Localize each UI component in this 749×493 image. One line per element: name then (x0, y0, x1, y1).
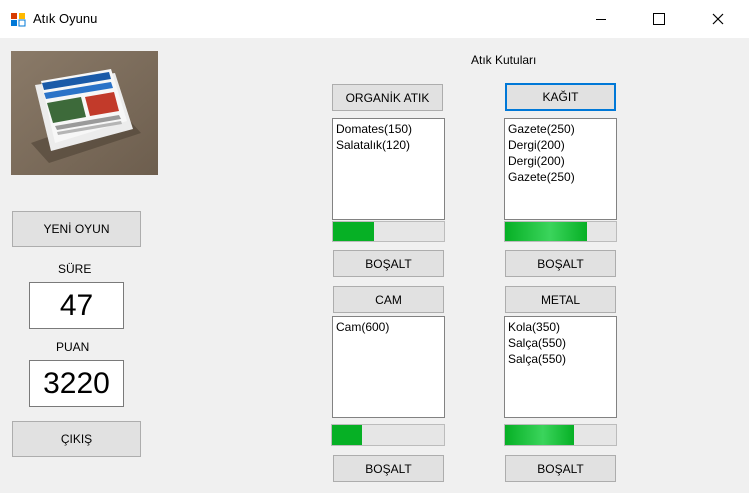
paper-empty-label: BOŞALT (537, 256, 584, 271)
close-button[interactable] (695, 0, 741, 38)
score-value: 3220 (43, 366, 110, 400)
list-item[interactable]: Salatalık(120) (336, 137, 441, 153)
exit-button[interactable]: ÇIKIŞ (12, 421, 141, 457)
organic-empty-button[interactable]: BOŞALT (333, 250, 444, 277)
list-item[interactable]: Salça(550) (508, 351, 613, 367)
list-item[interactable]: Cam(600) (336, 319, 441, 335)
metal-empty-button[interactable]: BOŞALT (505, 455, 616, 482)
close-icon (712, 13, 724, 25)
list-item[interactable]: Domates(150) (336, 121, 441, 137)
organic-bin-progress-fill (333, 222, 375, 241)
list-item[interactable]: Dergi(200) (508, 137, 613, 153)
list-item[interactable]: Gazete(250) (508, 169, 613, 185)
metal-bin-list[interactable]: Kola(350) Salça(550) Salça(550) (504, 316, 617, 418)
time-label: SÜRE (58, 262, 92, 276)
paper-empty-button[interactable]: BOŞALT (505, 250, 616, 277)
organic-empty-label: BOŞALT (365, 256, 412, 271)
organic-bin-progress (332, 221, 445, 242)
list-item[interactable]: Gazete(250) (508, 121, 613, 137)
item-picture (11, 51, 158, 175)
paper-bin-progress (504, 221, 617, 242)
metal-bin-label: METAL (540, 292, 581, 307)
list-item[interactable]: Salça(550) (508, 335, 613, 351)
maximize-icon (653, 13, 665, 25)
title-bar: Atık Oyunu (0, 0, 749, 38)
glass-bin-list[interactable]: Cam(600) (332, 316, 445, 418)
metal-bin-button[interactable]: METAL (505, 286, 616, 313)
glass-empty-button[interactable]: BOŞALT (333, 455, 444, 482)
score-value-box: 3220 (29, 360, 124, 407)
list-item[interactable]: Dergi(200) (508, 153, 613, 169)
minimize-icon (596, 19, 606, 20)
glass-bin-button[interactable]: CAM (333, 286, 444, 313)
list-item[interactable]: Kola(350) (508, 319, 613, 335)
newspaper-image (11, 51, 158, 175)
glass-empty-label: BOŞALT (365, 461, 412, 476)
new-game-label: YENİ OYUN (43, 222, 110, 236)
bins-title: Atık Kutuları (471, 53, 537, 67)
metal-bin-progress-fill (505, 425, 574, 445)
exit-label: ÇIKIŞ (60, 432, 93, 446)
app-icon (11, 13, 26, 27)
window-title: Atık Oyunu (33, 11, 98, 26)
paper-bin-progress-fill (505, 222, 588, 241)
glass-bin-progress-fill (332, 425, 363, 445)
paper-bin-label: KAĞIT (542, 90, 579, 104)
score-label: PUAN (56, 340, 90, 354)
time-value: 47 (59, 288, 94, 322)
organic-bin-list[interactable]: Domates(150) Salatalık(120) (332, 118, 445, 220)
metal-bin-progress (504, 424, 617, 446)
time-value-box: 47 (29, 282, 124, 329)
paper-bin-list[interactable]: Gazete(250) Dergi(200) Dergi(200) Gazete… (504, 118, 617, 220)
metal-empty-label: BOŞALT (537, 461, 584, 476)
organic-bin-button[interactable]: ORGANİK ATIK (332, 84, 443, 111)
paper-bin-button[interactable]: KAĞIT (505, 83, 616, 111)
organic-bin-label: ORGANİK ATIK (345, 90, 430, 105)
glass-bin-progress (331, 424, 445, 446)
new-game-button[interactable]: YENİ OYUN (12, 211, 141, 247)
glass-bin-label: CAM (375, 292, 402, 307)
maximize-button[interactable] (636, 0, 682, 38)
minimize-button[interactable] (578, 0, 624, 38)
